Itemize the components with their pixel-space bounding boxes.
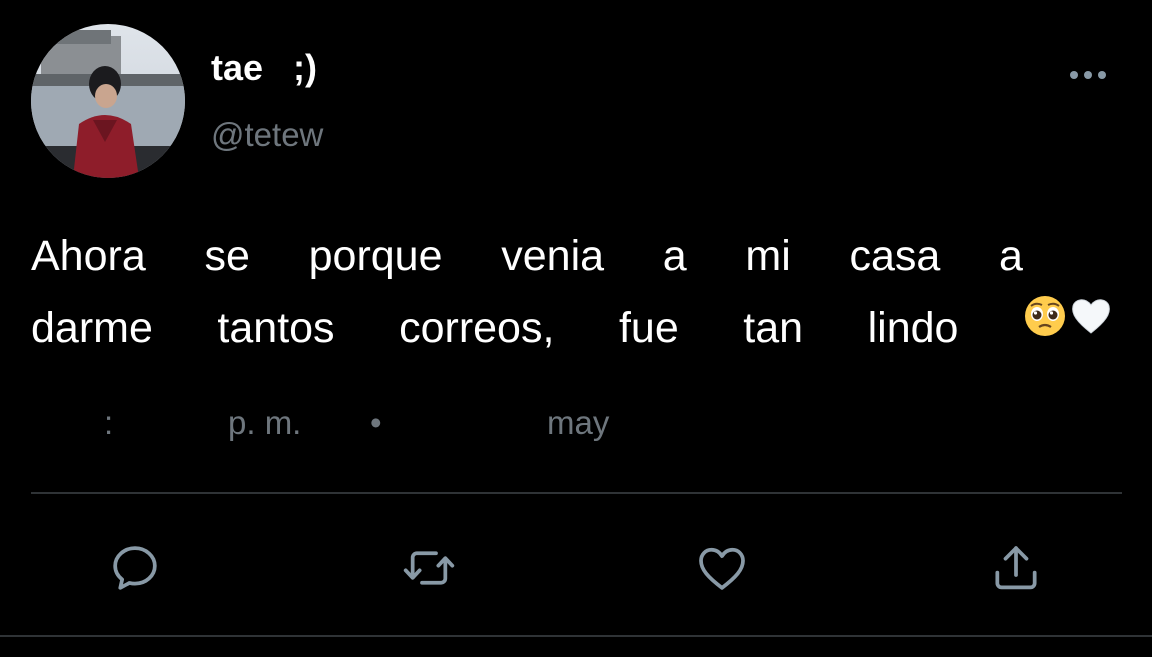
tweet-word: lindo [867,304,959,352]
meta-bullet: • [370,404,382,441]
avatar[interactable] [31,24,185,178]
tweet-line-1: Ahora se porque venia a mi casa a [31,220,1023,292]
user-handle[interactable]: @tetew [211,111,323,159]
tweet-word: a [999,232,1023,280]
tweet-line-2: darme tantos correos, fue tan lindo [31,292,1113,364]
tweet-word: mi [745,232,791,280]
bottom-divider [0,635,1152,637]
tweet-word: casa [849,232,941,280]
tweet-word: porque [308,232,443,280]
tweet-word: correos, [399,304,555,352]
tweet-word: a [662,232,687,280]
reply-button[interactable] [105,538,165,598]
like-icon [699,547,745,590]
divider [31,492,1122,494]
tweet-word: Ahora [31,232,146,280]
tweet-word: tantos [217,304,335,352]
like-button[interactable] [692,538,752,598]
reply-icon [113,546,157,590]
more-options-button[interactable] [1063,58,1113,92]
display-name[interactable]: tae ;) [211,44,317,92]
pleading-face-emoji [1024,296,1065,336]
tweet-word: fue [618,304,679,352]
retweet-icon [403,551,455,585]
time-ampm: p. m. [228,404,302,441]
tweet-word: darme [31,304,153,352]
time-separator: : [104,404,114,441]
avatar-photo [31,24,185,178]
tweet-meta: : p. m. • may [0,398,1152,448]
date-month: may [547,404,610,441]
tweet-text: Ahora se porque venia a mi casa a darme … [31,220,1121,364]
white-heart-emoji [1072,299,1110,334]
retweet-button[interactable] [399,538,459,598]
tweet-word: tan [743,304,804,352]
more-dots-icon [1070,71,1106,79]
tweet-word: venia [501,232,605,280]
tweet-word: se [204,232,250,280]
emoji-group [1023,280,1113,352]
share-button[interactable] [986,538,1046,598]
share-icon [995,546,1037,590]
